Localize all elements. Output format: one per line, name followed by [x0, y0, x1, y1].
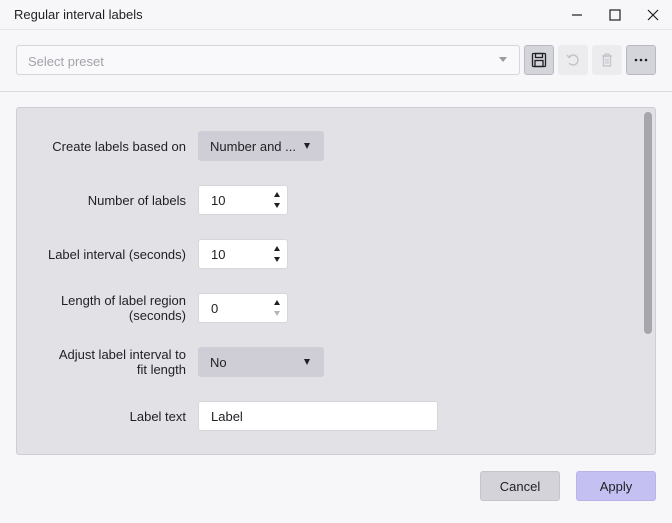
- create-labels-dropdown[interactable]: Number and ...: [198, 131, 324, 161]
- close-button[interactable]: [634, 0, 672, 29]
- number-of-labels-value: 10: [211, 193, 226, 208]
- label-interval-value: 10: [211, 247, 226, 262]
- maximize-button[interactable]: [596, 0, 634, 29]
- label-region-length-label-line1: Length of label region: [60, 293, 186, 308]
- undo-icon: [566, 54, 579, 66]
- decrement-arrow-icon[interactable]: [274, 203, 280, 208]
- close-icon: [647, 9, 659, 20]
- preset-placeholder: Select preset: [28, 54, 104, 69]
- caret-down-icon: [304, 359, 310, 365]
- label-region-length-label-line2: (seconds): [128, 308, 186, 323]
- save-preset-button[interactable]: [524, 45, 554, 75]
- delete-preset-button[interactable]: [592, 45, 622, 75]
- more-options-button[interactable]: [626, 45, 656, 75]
- decrement-arrow-icon[interactable]: [274, 257, 280, 262]
- number-of-labels-label: Number of labels: [87, 193, 186, 208]
- label-region-length-value: 0: [211, 301, 219, 316]
- minimize-icon: [572, 13, 582, 16]
- window-title: Regular interval labels: [14, 7, 143, 22]
- adjust-interval-dropdown[interactable]: No: [198, 347, 324, 377]
- increment-arrow-icon[interactable]: [274, 192, 280, 197]
- adjust-interval-label-line2: fit length: [136, 362, 186, 377]
- title-bar: Regular interval labels: [0, 0, 672, 29]
- cancel-button[interactable]: Cancel: [480, 471, 560, 501]
- number-of-labels-stepper[interactable]: 10: [198, 185, 288, 215]
- trash-icon: [602, 53, 612, 67]
- decrement-arrow-icon[interactable]: [274, 311, 280, 316]
- adjust-interval-label-line1: Adjust label interval to: [58, 347, 186, 362]
- preset-select[interactable]: Select preset: [16, 45, 520, 75]
- label-interval-stepper[interactable]: 10: [198, 239, 288, 269]
- label-text-input[interactable]: Label: [198, 401, 438, 431]
- label-region-length-stepper[interactable]: 0: [198, 293, 288, 323]
- more-icon: [634, 58, 648, 62]
- undo-preset-button[interactable]: [558, 45, 588, 75]
- label-interval-label: Label interval (seconds): [47, 247, 186, 262]
- increment-arrow-icon[interactable]: [274, 300, 280, 305]
- label-text-label: Label text: [129, 409, 186, 424]
- create-labels-label: Create labels based on: [52, 139, 186, 154]
- adjust-interval-value: No: [210, 355, 227, 370]
- preset-toolbar: Select preset: [0, 29, 672, 92]
- label-region-length-label: Length of label region (seconds): [16, 293, 186, 323]
- save-icon: [531, 52, 547, 68]
- increment-arrow-icon[interactable]: [274, 246, 280, 251]
- caret-down-icon: [304, 143, 310, 149]
- maximize-icon: [609, 8, 621, 21]
- apply-button[interactable]: Apply: [576, 471, 656, 501]
- create-labels-value: Number and ...: [210, 139, 296, 154]
- label-text-value: Label: [211, 409, 243, 424]
- adjust-interval-label: Adjust label interval to fit length: [16, 347, 186, 377]
- panel-scrollbar[interactable]: [644, 112, 652, 334]
- chevron-down-icon: [499, 57, 507, 62]
- minimize-button[interactable]: [558, 0, 596, 29]
